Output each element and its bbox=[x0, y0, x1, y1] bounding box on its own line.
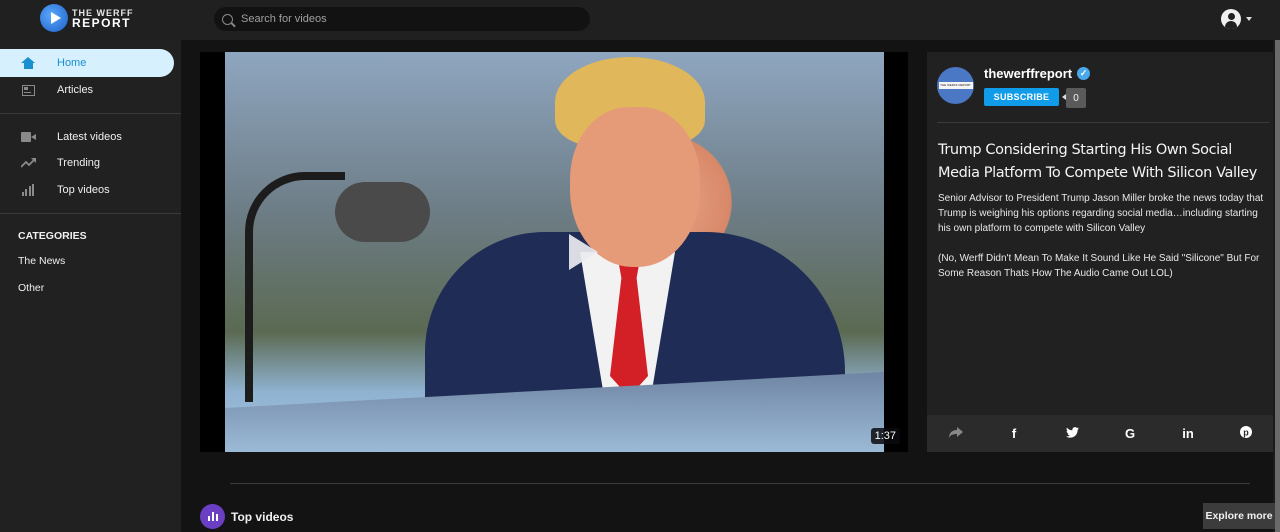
section-divider bbox=[230, 483, 1250, 484]
subscribe-button[interactable]: SUBSCRIBE bbox=[984, 88, 1059, 106]
bar-chart-icon bbox=[21, 184, 35, 196]
explore-more-button[interactable]: Explore more bbox=[1203, 503, 1275, 529]
category-other[interactable]: Other bbox=[18, 282, 44, 294]
linkedin-icon[interactable]: in bbox=[1159, 426, 1217, 441]
sidebar-item-latest-videos[interactable]: Latest videos bbox=[0, 123, 174, 151]
google-icon[interactable]: G bbox=[1101, 426, 1159, 441]
sidebar-item-label: Home bbox=[57, 57, 87, 69]
video-duration: 1:37 bbox=[870, 428, 900, 444]
sidebar-item-home[interactable]: Home bbox=[0, 49, 174, 77]
sidebar-divider bbox=[0, 113, 181, 114]
home-icon bbox=[21, 56, 35, 70]
site-logo[interactable]: THE WERFF REPORT bbox=[40, 4, 134, 32]
video-camera-icon bbox=[20, 132, 36, 142]
top-videos-label: Top videos bbox=[231, 509, 294, 524]
sidebar-divider bbox=[0, 213, 181, 214]
sidebar-item-trending[interactable]: Trending bbox=[0, 149, 174, 177]
channel-name-row: thewerffreport ✓ bbox=[984, 66, 1091, 81]
categories-heading: CATEGORIES bbox=[18, 230, 87, 242]
article-icon bbox=[21, 84, 35, 96]
caret-down-icon bbox=[1246, 17, 1252, 21]
pinterest-icon[interactable]: p bbox=[1217, 426, 1275, 441]
sidebar-item-articles[interactable]: Articles bbox=[0, 76, 174, 104]
subscriber-count: 0 bbox=[1062, 88, 1086, 108]
channel-name[interactable]: thewerffreport bbox=[984, 66, 1072, 81]
channel-avatar[interactable]: THE WERFF REPORT bbox=[937, 67, 974, 104]
logo-play-icon bbox=[40, 4, 68, 32]
video-thumbnail[interactable] bbox=[225, 52, 884, 452]
video-description: Senior Advisor to President Trump Jason … bbox=[938, 191, 1268, 281]
sidebar-item-label: Trending bbox=[57, 157, 101, 169]
category-the-news[interactable]: The News bbox=[18, 255, 65, 267]
facebook-icon[interactable]: f bbox=[985, 426, 1043, 441]
sidebar-item-label: Articles bbox=[57, 84, 94, 96]
info-divider bbox=[937, 122, 1269, 123]
microphone-stand bbox=[245, 172, 345, 402]
trending-icon bbox=[20, 156, 36, 170]
account-icon bbox=[1221, 9, 1241, 29]
share-icon[interactable] bbox=[927, 426, 985, 441]
microphone bbox=[335, 182, 430, 242]
description-paragraph: (No, Werff Didn't Mean To Make It Sound … bbox=[938, 253, 1260, 279]
top-videos-heading: Top videos bbox=[200, 504, 293, 529]
top-bar: THE WERFF REPORT bbox=[0, 0, 1280, 40]
logo-line-2: REPORT bbox=[72, 16, 132, 30]
sidebar: Home Articles Latest videos Trending Top… bbox=[0, 40, 181, 532]
svg-text:p: p bbox=[1243, 427, 1249, 437]
search-icon bbox=[222, 13, 233, 25]
top-videos-icon bbox=[200, 504, 225, 529]
share-bar: f G in p bbox=[927, 415, 1275, 452]
sidebar-item-label: Latest videos bbox=[57, 131, 122, 143]
search-bar[interactable] bbox=[214, 7, 590, 31]
twitter-icon[interactable] bbox=[1043, 426, 1101, 441]
sidebar-item-label: Top videos bbox=[57, 184, 110, 196]
scrollbar-thumb[interactable] bbox=[1275, 40, 1280, 532]
verified-check-icon: ✓ bbox=[1077, 67, 1091, 80]
play-icon[interactable] bbox=[569, 234, 598, 270]
video-title: Trump Considering Starting His Own Socia… bbox=[938, 142, 1257, 181]
user-menu-button[interactable] bbox=[1221, 9, 1252, 29]
search-input[interactable] bbox=[241, 13, 561, 25]
video-info-panel: THE WERFF REPORT thewerffreport ✓ SUBSCR… bbox=[927, 52, 1275, 452]
video-player[interactable]: 1:37 bbox=[200, 52, 908, 452]
sidebar-item-top-videos[interactable]: Top videos bbox=[0, 176, 174, 204]
description-paragraph: Senior Advisor to President Trump Jason … bbox=[938, 193, 1264, 234]
